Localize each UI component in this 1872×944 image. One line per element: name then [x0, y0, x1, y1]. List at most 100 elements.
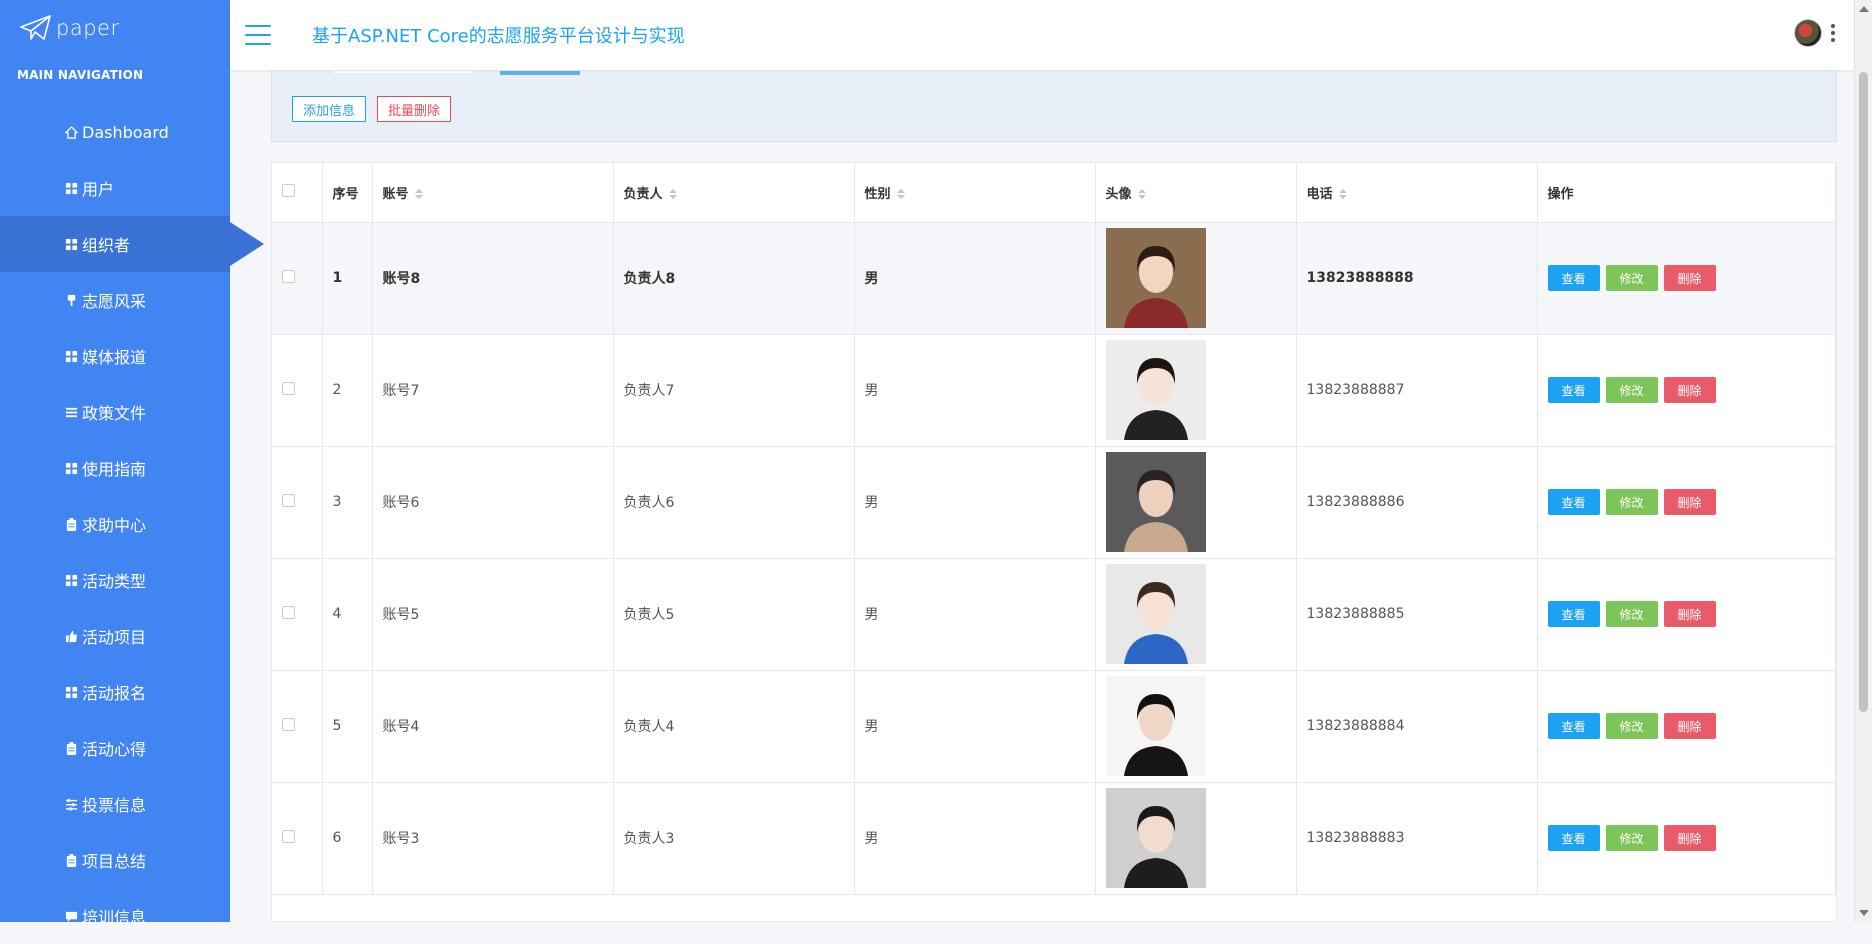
edit-button[interactable]: 修改 — [1605, 825, 1658, 851]
view-button[interactable]: 查看 — [1547, 489, 1600, 515]
add-button[interactable]: 添加信息 — [292, 96, 367, 122]
avatar-photo[interactable] — [1105, 452, 1286, 552]
more-options-icon[interactable] — [1830, 24, 1836, 42]
column-header-label: 负责人 — [623, 186, 663, 202]
brand[interactable]: paper — [0, 0, 230, 56]
cell-gender: 男 — [854, 446, 1096, 559]
avatar-photo[interactable] — [1105, 788, 1286, 888]
edit-button[interactable]: 修改 — [1605, 489, 1658, 515]
delete-button[interactable]: 删除 — [1663, 825, 1716, 851]
view-button[interactable]: 查看 — [1547, 601, 1600, 627]
column-header-gender[interactable]: 性别 — [854, 163, 1096, 223]
column-header-avatar[interactable]: 头像 — [1095, 163, 1297, 223]
cell-actions: 查看 修改 删除 — [1537, 446, 1836, 559]
cell-manager: 负责人3 — [613, 782, 855, 895]
cell-account: 账号5 — [372, 558, 614, 671]
view-button[interactable]: 查看 — [1547, 713, 1600, 739]
edit-button[interactable]: 修改 — [1605, 265, 1658, 291]
cell-gender: 男 — [854, 222, 1096, 335]
view-button[interactable]: 查看 — [1547, 825, 1600, 851]
grid-icon — [64, 349, 78, 363]
row-checkbox[interactable] — [282, 493, 295, 507]
delete-button[interactable]: 删除 — [1663, 601, 1716, 627]
row-checkbox[interactable] — [282, 269, 295, 283]
avatar-photo[interactable] — [1105, 228, 1286, 328]
column-header-actions: 操作 — [1537, 163, 1836, 223]
scroll-up-icon[interactable] — [1859, 6, 1869, 12]
row-checkbox[interactable] — [282, 717, 295, 731]
row-select-cell[interactable] — [272, 222, 323, 335]
row-select-cell[interactable] — [272, 670, 323, 783]
scroll-thumb[interactable] — [1859, 72, 1868, 712]
paper-plane-icon — [20, 15, 51, 40]
cell-index: 6 — [322, 782, 373, 895]
avatar-photo[interactable] — [1105, 564, 1286, 664]
sidebar-item[interactable]: 活动项目 — [0, 608, 230, 664]
sidebar-item[interactable]: 媒体报道 — [0, 328, 230, 384]
edit-button[interactable]: 修改 — [1605, 377, 1658, 403]
row-checkbox[interactable] — [282, 605, 295, 619]
sidebar-item[interactable]: 用户 — [0, 160, 230, 216]
delete-button[interactable]: 删除 — [1663, 713, 1716, 739]
sidebar-item[interactable]: 投票信息 — [0, 776, 230, 832]
sidebar-item[interactable]: Dashboard — [0, 104, 230, 160]
delete-button[interactable]: 删除 — [1663, 489, 1716, 515]
view-button[interactable]: 查看 — [1547, 377, 1600, 403]
delete-button[interactable]: 删除 — [1663, 377, 1716, 403]
table-row[interactable]: 1 账号8 负责人8 男 13823888888 查看 修改 删除 — [272, 222, 1836, 335]
table-row[interactable]: 4 账号5 负责人5 男 13823888885 查看 修改 删除 — [272, 558, 1836, 671]
table-row[interactable]: 6 账号3 负责人3 男 13823888883 查看 修改 删除 — [272, 782, 1836, 895]
cell-manager: 负责人6 — [613, 446, 855, 559]
sidebar-item[interactable]: 活动心得 — [0, 720, 230, 776]
row-checkbox[interactable] — [282, 381, 295, 395]
sidebar-item-label: 活动报名 — [82, 684, 147, 703]
row-select-cell[interactable] — [272, 334, 323, 447]
scrollbar[interactable] — [1854, 0, 1872, 922]
cell-account: 账号6 — [372, 446, 614, 559]
sort-icon[interactable] — [414, 189, 423, 200]
cell-actions: 查看 修改 删除 — [1537, 670, 1836, 783]
edit-button[interactable]: 修改 — [1605, 601, 1658, 627]
sidebar-item-label: 使用指南 — [82, 460, 147, 479]
cell-index: 5 — [322, 670, 373, 783]
avatar-photo[interactable] — [1105, 340, 1286, 440]
column-header-label: 电话 — [1306, 186, 1333, 202]
column-header-manager[interactable]: 负责人 — [613, 163, 855, 223]
sort-icon[interactable] — [1338, 189, 1347, 200]
sidebar-item[interactable]: 使用指南 — [0, 440, 230, 496]
batch-delete-button[interactable]: 批量删除 — [377, 96, 452, 122]
row-select-cell[interactable] — [272, 446, 323, 559]
sort-icon[interactable] — [896, 189, 905, 200]
select-all-checkbox[interactable] — [282, 183, 295, 197]
column-header-account[interactable]: 账号 — [372, 163, 614, 223]
row-select-cell[interactable] — [272, 558, 323, 671]
scroll-down-icon[interactable] — [1859, 910, 1869, 916]
sidebar-item[interactable]: 求助中心 — [0, 496, 230, 552]
sidebar-item[interactable]: 志愿风采 — [0, 272, 230, 328]
row-select-cell[interactable] — [272, 782, 323, 895]
cell-gender: 男 — [854, 782, 1096, 895]
sort-icon[interactable] — [1137, 189, 1146, 200]
row-checkbox[interactable] — [282, 829, 295, 843]
view-button[interactable]: 查看 — [1547, 265, 1600, 291]
sidebar-item[interactable]: 项目总结 — [0, 832, 230, 888]
table-row[interactable]: 3 账号6 负责人6 男 13823888886 查看 修改 删除 — [272, 446, 1836, 559]
sidebar-item[interactable]: 活动报名 — [0, 664, 230, 720]
select-all-cell[interactable] — [272, 163, 323, 223]
table-row[interactable]: 5 账号4 负责人4 男 13823888884 查看 修改 删除 — [272, 670, 1836, 783]
sort-icon[interactable] — [668, 189, 677, 200]
edit-button[interactable]: 修改 — [1605, 713, 1658, 739]
tab-active-indicator — [500, 71, 580, 75]
menu-toggle-icon[interactable] — [245, 25, 271, 45]
sidebar-item[interactable]: 活动类型 — [0, 552, 230, 608]
nav-header: MAIN NAVIGATION — [17, 68, 144, 82]
sidebar-item[interactable]: 政策文件 — [0, 384, 230, 440]
delete-button[interactable]: 删除 — [1663, 265, 1716, 291]
cell-manager: 负责人5 — [613, 558, 855, 671]
avatar-photo[interactable] — [1105, 676, 1286, 776]
table-row[interactable]: 2 账号7 负责人7 男 13823888887 查看 修改 删除 — [272, 334, 1836, 447]
sidebar-item[interactable]: 培训信息 — [0, 888, 230, 944]
sidebar-item[interactable]: 组织者 — [0, 216, 264, 272]
column-header-phone[interactable]: 电话 — [1296, 163, 1538, 223]
avatar[interactable] — [1794, 19, 1822, 47]
